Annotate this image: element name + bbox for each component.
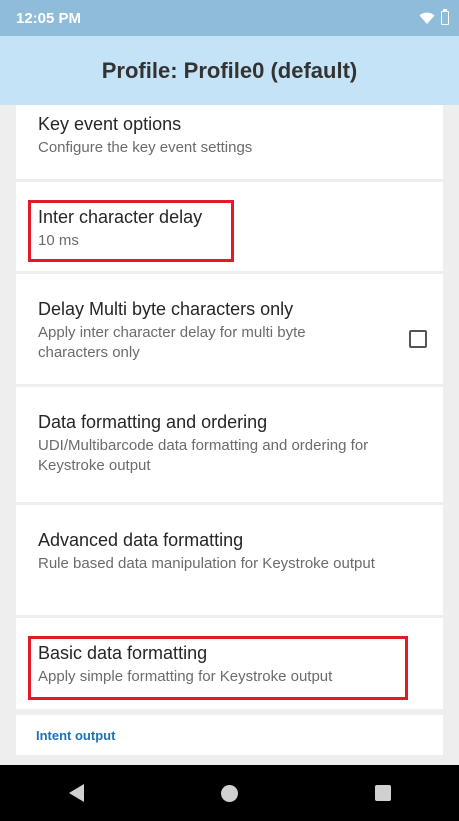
status-bar: 12:05 PM (0, 0, 459, 36)
setting-title: Key event options (38, 114, 182, 134)
delay-multibyte-checkbox[interactable] (409, 330, 427, 348)
home-icon[interactable] (220, 784, 238, 802)
section-header-label: Intent output (36, 727, 116, 743)
setting-subtitle: 10 ms (38, 232, 79, 249)
setting-subtitle: Apply inter character delay for multi by… (38, 324, 306, 361)
setting-basic-data-formatting[interactable]: Basic data formatting Apply simple forma… (16, 618, 443, 709)
back-icon[interactable] (68, 784, 84, 802)
setting-title: Advanced data formatting (38, 530, 244, 550)
setting-title: Basic data formatting (38, 643, 208, 663)
battery-icon (441, 9, 449, 25)
status-time: 12:05 PM (16, 9, 82, 27)
wifi-icon (419, 12, 435, 24)
setting-subtitle: Rule based data manipulation for Keystro… (38, 555, 375, 572)
app-bar: Profile: Profile0 (default) (0, 36, 459, 105)
setting-advanced-data-formatting[interactable]: Advanced data formatting Rule based data… (16, 505, 443, 615)
section-header-intent-output: Intent output (16, 715, 443, 755)
recents-icon[interactable] (374, 785, 391, 801)
setting-subtitle: Configure the key event settings (38, 139, 253, 156)
setting-title: Delay Multi byte characters only (38, 299, 294, 319)
setting-inter-character-delay[interactable]: Inter character delay 10 ms (16, 182, 443, 271)
setting-subtitle: UDI/Multibarcode data formatting and ord… (38, 437, 369, 474)
setting-title: Inter character delay (38, 207, 203, 227)
setting-key-event-options[interactable]: Key event options Configure the key even… (16, 105, 443, 179)
navigation-bar (0, 765, 459, 821)
setting-data-formatting-ordering[interactable]: Data formatting and ordering UDI/Multiba… (16, 387, 443, 502)
setting-title: Data formatting and ordering (38, 412, 268, 432)
page-title: Profile: Profile0 (default) (101, 57, 358, 83)
settings-list[interactable]: Key event options Configure the key even… (0, 105, 459, 765)
status-icons (419, 9, 449, 25)
setting-delay-multibyte[interactable]: Delay Multi byte characters only Apply i… (16, 274, 443, 384)
setting-subtitle: Apply simple formatting for Keystroke ou… (38, 668, 333, 685)
